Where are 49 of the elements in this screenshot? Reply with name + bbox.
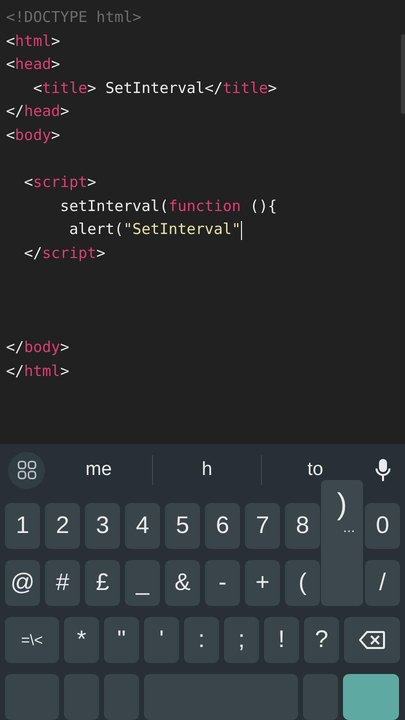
code-line: </body> bbox=[6, 337, 70, 358]
keyboard-key[interactable]: 0 bbox=[365, 503, 400, 549]
keyboard-key[interactable]: ? bbox=[304, 617, 339, 663]
keyboard-key[interactable]: " bbox=[104, 617, 139, 663]
code-line: <html> bbox=[6, 30, 60, 52]
keyboard-key[interactable]: - bbox=[205, 560, 240, 606]
backspace-key[interactable] bbox=[344, 617, 400, 663]
keyboard-key[interactable]: £ bbox=[85, 560, 120, 606]
more-characters: … bbox=[343, 522, 355, 534]
word-suggestion[interactable]: me bbox=[45, 452, 152, 488]
keyboard-key[interactable]: ( bbox=[285, 560, 320, 606]
code-line: <!DOCTYPE html> bbox=[6, 7, 142, 28]
code-line: <head> bbox=[6, 54, 60, 76]
keyboard-key[interactable]: 6 bbox=[205, 503, 240, 549]
keyboard-key[interactable]: & bbox=[165, 560, 200, 606]
code-line: <title> SetInterval</title> bbox=[32, 78, 277, 99]
keyboard-key[interactable]: =\< bbox=[5, 617, 59, 663]
code-line: alert("SetInterval" bbox=[68, 219, 241, 240]
keyboard-key[interactable]: : bbox=[184, 617, 219, 663]
keyboard-key[interactable]: ' bbox=[144, 617, 179, 663]
keyboard-key[interactable]: 7 bbox=[245, 503, 280, 549]
keyboard-key[interactable]: 2 bbox=[45, 503, 80, 549]
popup-character: ) bbox=[337, 488, 347, 522]
keyboard-key[interactable]: # bbox=[45, 560, 80, 606]
keyboard-key[interactable]: 5 bbox=[165, 503, 200, 549]
keyboard-key[interactable]: 1 bbox=[5, 503, 40, 549]
keyboard-key[interactable]: 3 bbox=[85, 503, 120, 549]
keyboard-key[interactable]: 4 bbox=[125, 503, 160, 549]
code-line: </html> bbox=[6, 360, 70, 382]
key-popup[interactable]: ) … bbox=[321, 480, 363, 606]
word-suggestion[interactable]: h bbox=[153, 452, 261, 488]
keyboard-key[interactable]: @ bbox=[5, 560, 40, 606]
code-line: </head> bbox=[6, 101, 70, 122]
keyboard-key[interactable]: ; bbox=[224, 617, 259, 663]
microphone-icon bbox=[374, 458, 391, 482]
backspace-icon bbox=[359, 631, 385, 649]
keyboard-key[interactable] bbox=[343, 674, 399, 720]
code-line: </script> bbox=[23, 242, 106, 264]
code-line: setInterval(function (){ bbox=[59, 196, 277, 217]
code-line: <script> bbox=[23, 172, 96, 194]
keyboard-key[interactable]: 8 bbox=[285, 503, 320, 549]
keyboard-key[interactable]: + bbox=[245, 560, 280, 606]
code-line: <body> bbox=[6, 124, 60, 146]
keyboard-key[interactable]: _ bbox=[125, 560, 160, 606]
keyboard-key[interactable]: * bbox=[64, 617, 99, 663]
keyboard-key[interactable]: / bbox=[365, 560, 400, 606]
keyboard-key[interactable]: ! bbox=[264, 617, 299, 663]
grid-icon bbox=[16, 460, 36, 480]
apps-button[interactable] bbox=[8, 452, 45, 488]
